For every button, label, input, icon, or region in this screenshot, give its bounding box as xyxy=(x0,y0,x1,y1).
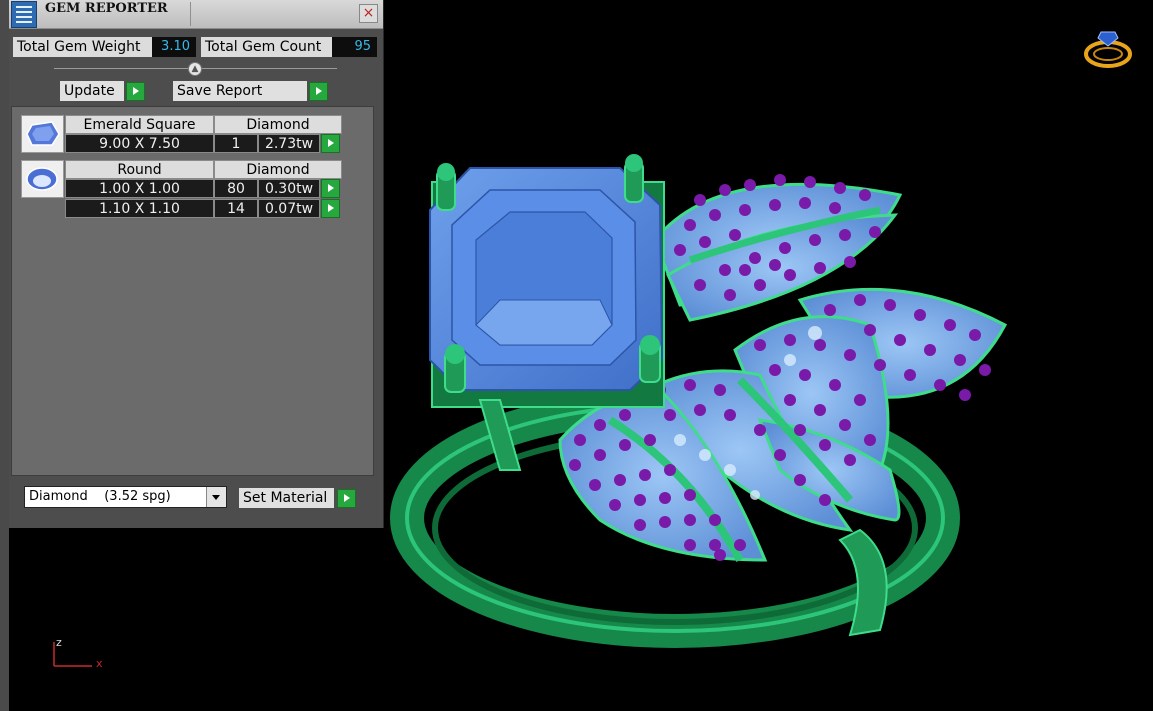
select-gem-button[interactable] xyxy=(321,134,340,153)
panel-title: GEM REPORTER xyxy=(45,1,168,16)
update-button[interactable] xyxy=(126,82,145,101)
gem-shape-label: Round xyxy=(65,160,214,179)
total-gem-count-value: 95 xyxy=(332,37,377,57)
gem-weight-cell: 0.07tw xyxy=(258,199,320,218)
ring-view-icon[interactable] xyxy=(1083,24,1133,70)
total-gem-count-label: Total Gem Count xyxy=(201,37,332,57)
material-dropdown[interactable]: Diamond (3.52 spg) xyxy=(24,486,227,508)
gem-material-label: Diamond xyxy=(214,160,342,179)
set-material-button[interactable] xyxy=(337,489,356,508)
gem-size-cell: 9.00 X 7.50 xyxy=(65,134,214,153)
gem-count-cell: 80 xyxy=(214,179,258,198)
gem-shape-label: Emerald Square xyxy=(65,115,214,134)
gem-material-label: Diamond xyxy=(214,115,342,134)
axis-x-label: x xyxy=(96,657,103,670)
update-label: Update xyxy=(60,81,124,101)
round-gem-icon[interactable] xyxy=(21,160,64,198)
close-button[interactable]: × xyxy=(359,4,378,23)
axis-indicator: z x xyxy=(46,636,116,676)
axis-z-label: z xyxy=(56,636,62,649)
total-gem-weight-label: Total Gem Weight xyxy=(13,37,152,57)
gem-size-cell: 1.00 X 1.00 xyxy=(65,179,214,198)
material-selected-value: Diamond (3.52 spg) xyxy=(29,489,171,504)
select-gem-button[interactable] xyxy=(321,179,340,198)
total-gem-weight-value: 3.10 xyxy=(152,37,196,57)
gem-count-cell: 1 xyxy=(214,134,258,153)
gem-report-icon xyxy=(11,1,37,28)
gem-size-cell: 1.10 X 1.10 xyxy=(65,199,214,218)
gem-list: Emerald Square Diamond 9.00 X 7.50 1 2.7… xyxy=(11,106,374,476)
gem-weight-cell: 2.73tw xyxy=(258,134,320,153)
titlebar-divider xyxy=(190,2,191,26)
select-gem-button[interactable] xyxy=(321,199,340,218)
chevron-down-icon[interactable] xyxy=(206,487,226,507)
panel-titlebar[interactable]: GEM REPORTER × xyxy=(9,0,383,29)
gem-count-cell: 14 xyxy=(214,199,258,218)
save-report-label: Save Report xyxy=(173,81,307,101)
set-material-label: Set Material xyxy=(239,488,334,508)
gem-reporter-panel: GEM REPORTER × Total Gem Weight 3.10 Tot… xyxy=(9,0,384,528)
panel-slider-knob[interactable]: ▲ xyxy=(188,62,202,76)
emerald-square-gem-icon[interactable] xyxy=(21,115,64,153)
gem-weight-cell: 0.30tw xyxy=(258,179,320,198)
close-icon: × xyxy=(362,5,375,21)
save-report-button[interactable] xyxy=(309,82,328,101)
